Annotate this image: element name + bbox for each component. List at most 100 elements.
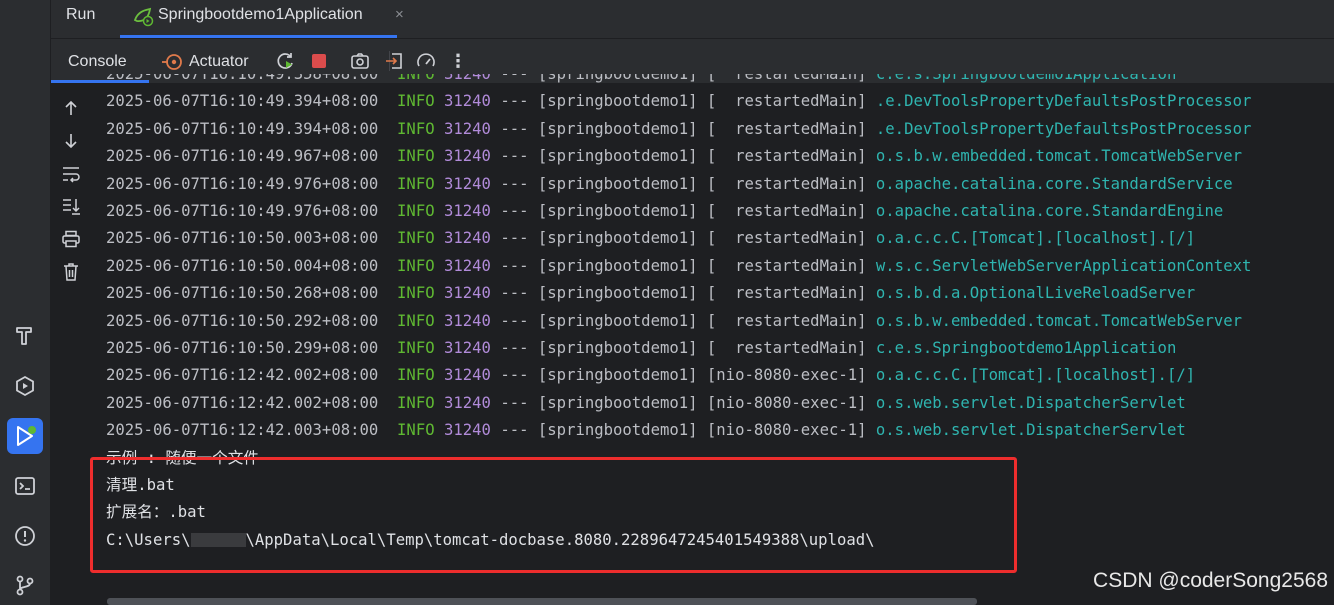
log-level: INFO [397, 174, 435, 193]
log-separator: --- [500, 421, 529, 440]
log-timestamp: 2025-06-07T16:12:42.002+08:00 [106, 366, 379, 385]
log-app-name: [springbootdemo1] [537, 421, 698, 440]
log-level: INFO [397, 229, 435, 248]
highlight-box [90, 457, 1017, 573]
log-level: INFO [397, 74, 435, 83]
log-app-name: [springbootdemo1] [537, 119, 698, 138]
log-separator: --- [500, 393, 529, 412]
git-icon[interactable] [7, 567, 43, 603]
log-logger: o.s.web.servlet.DispatcherServlet [875, 421, 1186, 440]
log-logger: .e.DevToolsPropertyDefaultsPostProcessor [875, 92, 1252, 111]
scroll-end-icon[interactable] [61, 196, 81, 216]
services-icon[interactable] [7, 368, 43, 404]
soft-wrap-icon[interactable] [61, 164, 81, 184]
log-level: INFO [397, 421, 435, 440]
log-separator: --- [500, 92, 529, 111]
run-panel-header: Run Springbootdemo1Application × [51, 0, 1334, 39]
log-pid: 31240 [444, 311, 491, 330]
tool-window-strip [0, 0, 51, 605]
arrow-up-icon[interactable] [61, 98, 81, 118]
log-line: 2025-06-07T16:10:50.292+08:00 INFO 31240… [106, 311, 1242, 331]
log-pid: 31240 [444, 202, 491, 220]
log-thread: [ restartedMain] [706, 256, 867, 275]
log-thread: [ restartedMain] [706, 339, 867, 357]
log-thread: [ restartedMain] [706, 284, 867, 303]
log-level: INFO [397, 202, 435, 220]
tab-label: Springbootdemo1Application [158, 6, 363, 23]
log-thread: [ restartedMain] [706, 147, 867, 166]
print-icon[interactable] [61, 229, 81, 249]
tab-springbootdemo1-application[interactable]: Springbootdemo1Application × [120, 0, 404, 38]
gauge-icon[interactable] [416, 51, 436, 71]
log-timestamp: 2025-06-07T16:10:50.292+08:00 [106, 311, 379, 330]
log-pid: 31240 [444, 393, 491, 412]
terminal-icon[interactable] [7, 468, 43, 504]
log-logger: o.a.c.c.C.[Tomcat].[localhost].[/] [875, 229, 1196, 248]
log-timestamp: 2025-06-07T16:12:42.002+08:00 [106, 393, 379, 412]
log-timestamp: 2025-06-07T16:10:50.004+08:00 [106, 256, 379, 275]
run-panel-title: Run [66, 6, 96, 23]
log-logger: .e.DevToolsPropertyDefaultsPostProcessor [875, 119, 1252, 138]
log-app-name: [springbootdemo1] [537, 174, 698, 193]
log-line: 2025-06-07T16:12:42.002+08:00 INFO 31240… [106, 393, 1186, 413]
log-level: INFO [397, 284, 435, 303]
build-icon[interactable] [7, 318, 43, 354]
log-thread: [ restartedMain] [706, 311, 867, 330]
close-icon[interactable]: × [395, 6, 404, 23]
log-line: 2025-06-07T16:10:49.976+08:00 INFO 31240… [106, 201, 1223, 221]
log-app-name: [springbootdemo1] [537, 311, 698, 330]
log-level: INFO [397, 366, 435, 385]
stop-icon[interactable] [309, 51, 329, 71]
camera-icon[interactable] [350, 51, 370, 71]
tab-actuator-label: Actuator [189, 53, 249, 70]
trash-icon[interactable] [61, 262, 81, 282]
log-timestamp: 2025-06-07T16:12:42.003+08:00 [106, 421, 379, 440]
horizontal-scrollbar[interactable] [107, 598, 977, 605]
log-thread: [ restartedMain] [706, 174, 867, 193]
log-thread: [ restartedMain] [706, 74, 867, 83]
log-pid: 31240 [444, 147, 491, 166]
log-line: 2025-06-07T16:10:49.967+08:00 INFO 31240… [106, 146, 1242, 166]
log-line: 2025-06-07T16:12:42.002+08:00 INFO 31240… [106, 365, 1195, 385]
log-separator: --- [500, 366, 529, 385]
log-pid: 31240 [444, 256, 491, 275]
problems-icon[interactable] [7, 518, 43, 554]
log-app-name: [springbootdemo1] [537, 202, 698, 220]
watermark: CSDN @coderSong2568 [1093, 569, 1328, 592]
log-line: 2025-06-07T16:10:49.394+08:00 INFO 31240… [106, 119, 1251, 139]
log-logger: o.apache.catalina.core.StandardService [875, 174, 1233, 193]
log-pid: 31240 [444, 366, 491, 385]
log-separator: --- [500, 229, 529, 248]
log-thread: [ restartedMain] [706, 202, 867, 220]
arrow-down-icon[interactable] [61, 131, 81, 151]
log-pid: 31240 [444, 174, 491, 193]
log-level: INFO [397, 311, 435, 330]
rerun-icon[interactable] [276, 51, 296, 71]
log-pid: 31240 [444, 119, 491, 138]
log-app-name: [springbootdemo1] [537, 284, 698, 303]
log-timestamp: 2025-06-07T16:10:50.003+08:00 [106, 229, 379, 248]
spring-boot-run-icon [132, 5, 154, 32]
log-timestamp: 2025-06-07T16:10:49.394+08:00 [106, 92, 379, 111]
log-separator: --- [500, 339, 529, 357]
log-app-name: [springbootdemo1] [537, 147, 698, 166]
log-level: INFO [397, 119, 435, 138]
log-timestamp: 2025-06-07T16:10:49.358+08:00 [106, 74, 379, 83]
run-icon[interactable] [7, 418, 43, 454]
log-pid: 31240 [444, 92, 491, 111]
log-level: INFO [397, 147, 435, 166]
log-separator: --- [500, 311, 529, 330]
log-logger: o.s.b.w.embedded.tomcat.TomcatWebServer [875, 311, 1243, 330]
log-line: 2025-06-07T16:10:49.976+08:00 INFO 31240… [106, 174, 1233, 194]
log-pid: 31240 [444, 339, 491, 357]
log-thread: [nio-8080-exec-1] [706, 366, 867, 385]
log-timestamp: 2025-06-07T16:10:50.268+08:00 [106, 284, 379, 303]
log-line: 2025-06-07T16:10:50.268+08:00 INFO 31240… [106, 283, 1195, 303]
log-logger: o.s.web.servlet.DispatcherServlet [875, 393, 1186, 412]
log-separator: --- [500, 174, 529, 193]
exit-icon[interactable] [384, 51, 404, 71]
log-logger: o.a.c.c.C.[Tomcat].[localhost].[/] [875, 366, 1196, 385]
log-logger: c.e.s.Springbootdemo1Application [875, 339, 1177, 357]
log-pid: 31240 [444, 229, 491, 248]
more-icon[interactable]: ⋮ [448, 51, 468, 71]
